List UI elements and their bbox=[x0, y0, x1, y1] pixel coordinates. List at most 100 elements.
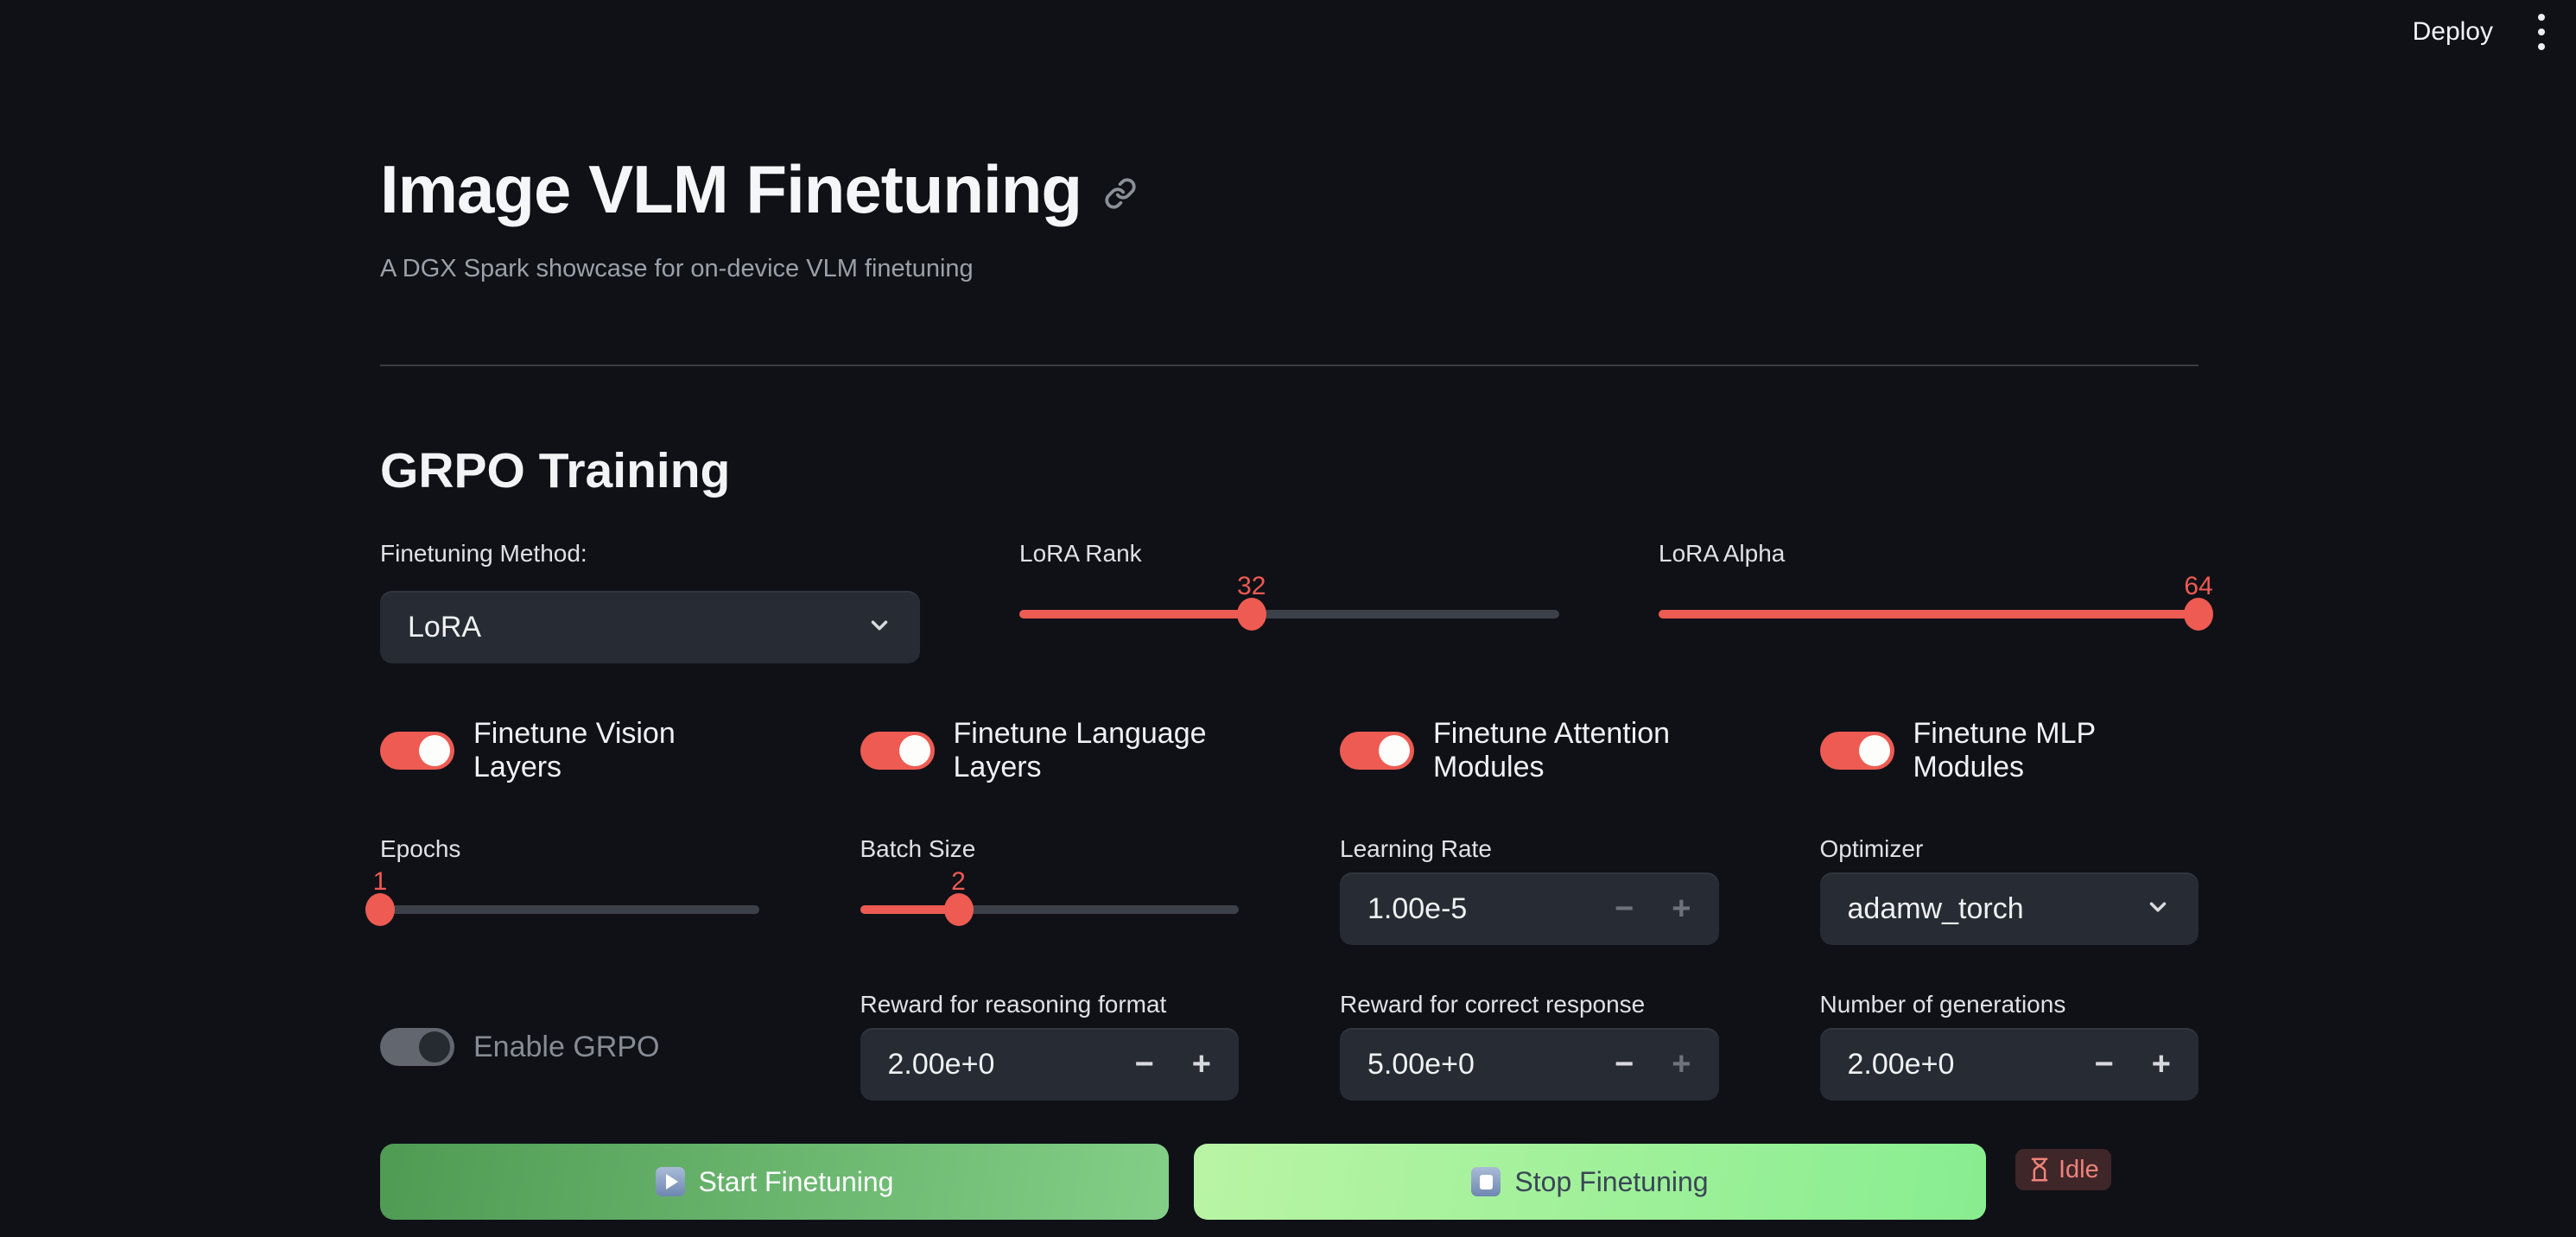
slider-thumb[interactable] bbox=[944, 893, 974, 926]
decrement-button[interactable]: − bbox=[2095, 1028, 2114, 1101]
toggle-label: Enable GRPO bbox=[473, 1031, 659, 1064]
toggle-switch[interactable] bbox=[860, 732, 935, 770]
increment-button[interactable]: + bbox=[1672, 872, 1691, 945]
stop-finetuning-label: Stop Finetuning bbox=[1514, 1166, 1708, 1198]
toggle-enable-grpo[interactable]: Enable GRPO bbox=[380, 1028, 759, 1066]
reward-correct-value: 5.00e+0 bbox=[1367, 1048, 1615, 1082]
toggle-knob bbox=[419, 1031, 450, 1063]
finetuning-method-value: LoRA bbox=[408, 611, 866, 644]
finetuning-method-dropdown[interactable]: LoRA bbox=[380, 591, 920, 663]
learning-rate-label: Learning Rate bbox=[1340, 834, 1719, 864]
toggle-finetune-attention-modules[interactable]: Finetune Attention Modules bbox=[1340, 717, 1719, 784]
link-icon[interactable] bbox=[1104, 177, 1137, 214]
slider-thumb[interactable] bbox=[2184, 598, 2213, 631]
chevron-down-icon bbox=[2145, 894, 2171, 924]
page-subtitle: A DGX Spark showcase for on-device VLM f… bbox=[380, 255, 2198, 283]
kebab-dot bbox=[2538, 29, 2545, 35]
optimizer-dropdown[interactable]: adamw_torch bbox=[1820, 872, 2199, 945]
slider-fill bbox=[1019, 610, 1252, 618]
lora-alpha-label: LoRA Alpha bbox=[1659, 539, 2198, 568]
optimizer-label: Optimizer bbox=[1820, 834, 2199, 864]
learning-rate-value: 1.00e-5 bbox=[1367, 892, 1615, 926]
lora-rank-value: 32 bbox=[1237, 572, 1266, 601]
toggle-finetune-vision-layers[interactable]: Finetune Vision Layers bbox=[380, 717, 759, 784]
finetuning-method-label: Finetuning Method: bbox=[380, 539, 920, 568]
layer-toggles-row: Finetune Vision Layers Finetune Language… bbox=[380, 717, 2198, 784]
actions-row: Start Finetuning Stop Finetuning Idle bbox=[380, 1144, 2198, 1220]
reward-reasoning-field: Reward for reasoning format 2.00e+0 − + bbox=[860, 990, 1240, 1101]
main-content: Image VLM Finetuning A DGX Spark showcas… bbox=[380, 64, 2198, 1220]
toggle-finetune-mlp-modules[interactable]: Finetune MLP Modules bbox=[1820, 717, 2199, 784]
num-generations-label: Number of generations bbox=[1820, 990, 2199, 1019]
reward-correct-field: Reward for correct response 5.00e+0 − + bbox=[1340, 990, 1719, 1101]
slider-fill bbox=[1659, 610, 2198, 618]
section-heading: GRPO Training bbox=[380, 442, 2198, 499]
toggle-knob bbox=[419, 735, 450, 766]
toggle-switch[interactable] bbox=[1820, 732, 1894, 770]
status-badge-label: Idle bbox=[2059, 1156, 2099, 1184]
start-finetuning-button[interactable]: Start Finetuning bbox=[380, 1144, 1169, 1220]
increment-button[interactable]: + bbox=[1672, 1028, 1691, 1101]
start-finetuning-label: Start Finetuning bbox=[699, 1166, 894, 1198]
chevron-down-icon bbox=[866, 612, 892, 643]
lora-rank-label: LoRA Rank bbox=[1019, 539, 1559, 568]
toggle-switch[interactable] bbox=[1340, 732, 1414, 770]
slider-thumb[interactable] bbox=[365, 893, 395, 926]
kebab-menu-icon[interactable] bbox=[2533, 9, 2550, 55]
epochs-slider[interactable] bbox=[380, 905, 759, 914]
increment-button[interactable]: + bbox=[1192, 1028, 1211, 1101]
batch-size-field: Batch Size 2 bbox=[860, 834, 1240, 945]
batch-size-slider[interactable] bbox=[860, 905, 1240, 914]
epochs-field: Epochs 1 bbox=[380, 834, 759, 945]
stop-finetuning-button[interactable]: Stop Finetuning bbox=[1194, 1144, 1986, 1220]
play-icon bbox=[656, 1167, 685, 1196]
decrement-button[interactable]: − bbox=[1615, 872, 1634, 945]
deploy-button[interactable]: Deploy bbox=[2413, 17, 2493, 47]
toggle-switch[interactable] bbox=[380, 732, 454, 770]
grpo-params-row: Enable GRPO Reward for reasoning format … bbox=[380, 990, 2198, 1101]
status-badge: Idle bbox=[2015, 1149, 2111, 1190]
method-and-lora-row: Finetuning Method: LoRA LoRA Rank 32 LoR… bbox=[380, 539, 2198, 663]
reward-reasoning-value: 2.00e+0 bbox=[888, 1048, 1135, 1082]
epochs-label: Epochs bbox=[380, 834, 759, 864]
stop-icon bbox=[1471, 1167, 1501, 1196]
toggle-label: Finetune MLP Modules bbox=[1913, 717, 2199, 784]
toggle-knob bbox=[1379, 735, 1410, 766]
toggle-switch[interactable] bbox=[380, 1028, 454, 1066]
hourglass-icon bbox=[2027, 1157, 2052, 1183]
reward-correct-input[interactable]: 5.00e+0 − + bbox=[1340, 1028, 1719, 1101]
batch-size-value: 2 bbox=[951, 867, 966, 897]
increment-button[interactable]: + bbox=[2152, 1028, 2171, 1101]
num-generations-field: Number of generations 2.00e+0 − + bbox=[1820, 990, 2199, 1101]
learning-rate-input[interactable]: 1.00e-5 − + bbox=[1340, 872, 1719, 945]
finetuning-method-field: Finetuning Method: LoRA bbox=[380, 539, 920, 663]
reward-reasoning-input[interactable]: 2.00e+0 − + bbox=[860, 1028, 1240, 1101]
toggle-label: Finetune Attention Modules bbox=[1433, 717, 1719, 784]
toggle-knob bbox=[899, 735, 930, 766]
section-divider bbox=[380, 365, 2198, 366]
epochs-value: 1 bbox=[373, 867, 388, 897]
lora-rank-slider[interactable] bbox=[1019, 610, 1559, 618]
toggle-finetune-language-layers[interactable]: Finetune Language Layers bbox=[860, 717, 1240, 784]
num-generations-value: 2.00e+0 bbox=[1848, 1048, 2095, 1082]
reward-reasoning-label: Reward for reasoning format bbox=[860, 990, 1240, 1019]
decrement-button[interactable]: − bbox=[1135, 1028, 1154, 1101]
top-bar: Deploy bbox=[0, 0, 2576, 64]
reward-correct-label: Reward for correct response bbox=[1340, 990, 1719, 1019]
optimizer-field: Optimizer adamw_torch bbox=[1820, 834, 2199, 945]
lora-alpha-value: 64 bbox=[2184, 572, 2212, 601]
lora-alpha-field: LoRA Alpha 64 bbox=[1659, 539, 2198, 663]
training-params-row: Epochs 1 Batch Size 2 Learning Rate 1.00… bbox=[380, 834, 2198, 945]
batch-size-label: Batch Size bbox=[860, 834, 1240, 864]
kebab-dot bbox=[2538, 14, 2545, 21]
learning-rate-field: Learning Rate 1.00e-5 − + bbox=[1340, 834, 1719, 945]
num-generations-input[interactable]: 2.00e+0 − + bbox=[1820, 1028, 2199, 1101]
toggle-knob bbox=[1859, 735, 1890, 766]
toggle-label: Finetune Vision Layers bbox=[473, 717, 759, 784]
page-title: Image VLM Finetuning bbox=[380, 150, 1082, 229]
decrement-button[interactable]: − bbox=[1615, 1028, 1634, 1101]
slider-thumb[interactable] bbox=[1237, 598, 1266, 631]
lora-alpha-slider[interactable] bbox=[1659, 610, 2198, 618]
lora-rank-field: LoRA Rank 32 bbox=[1019, 539, 1559, 663]
enable-grpo-field: Enable GRPO bbox=[380, 990, 759, 1101]
